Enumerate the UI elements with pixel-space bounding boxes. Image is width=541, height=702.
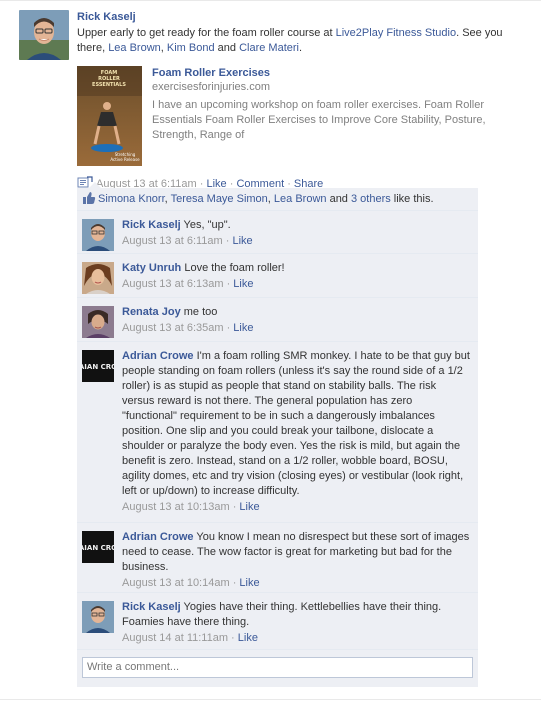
comment-timestamp[interactable]: August 13 at 6:35am xyxy=(122,322,224,334)
comment-like-button[interactable]: Like xyxy=(239,501,259,513)
status-part: and xyxy=(214,42,240,54)
commenter-avatar[interactable] xyxy=(82,601,114,633)
comment-like-button[interactable]: Like xyxy=(238,632,258,644)
commenter-avatar[interactable]: AIAN CRO xyxy=(82,531,114,563)
comment-like-button[interactable]: Like xyxy=(233,278,253,290)
author-avatar[interactable] xyxy=(19,10,69,60)
likes-others-link[interactable]: 3 others xyxy=(351,193,391,205)
comment-text: me too xyxy=(180,306,218,318)
comment-author[interactable]: Adrian Crowe xyxy=(122,350,194,362)
attachment-text: Foam Roller Exercises exercisesforinjuri… xyxy=(152,66,492,143)
likes-sentence: Simona Knorr, Teresa Maye Simon, Lea Bro… xyxy=(77,188,478,211)
separator: · xyxy=(229,501,240,513)
comment-like-button[interactable]: Like xyxy=(239,577,259,589)
bottom-divider xyxy=(0,699,541,700)
comment-timestamp[interactable]: August 13 at 10:14am xyxy=(122,577,230,589)
comment-timestamp[interactable]: August 13 at 10:13am xyxy=(122,501,230,513)
comment-item: Rick Kaselj Yogies have their thing. Ket… xyxy=(77,593,478,650)
comment-item: AIAN CRO Adrian Crowe You know I mean no… xyxy=(77,523,478,593)
comment-text: I'm a foam rolling SMR monkey. I hate to… xyxy=(122,350,470,497)
commenter-avatar[interactable] xyxy=(82,219,114,251)
comment-meta: August 14 at 11:11am · Like xyxy=(122,631,470,646)
story-author-name[interactable]: Rick Kaselj xyxy=(77,10,517,24)
mention-clare-materi[interactable]: Clare Materi xyxy=(239,42,299,54)
svg-text:ESSENTIALS: ESSENTIALS xyxy=(92,82,126,88)
comment-like-button[interactable]: Like xyxy=(233,322,253,334)
commenter-avatar[interactable]: AIAN CRO xyxy=(82,350,114,382)
comment-meta: August 13 at 6:13am · Like xyxy=(122,277,470,292)
svg-text:Active Release: Active Release xyxy=(110,157,140,162)
separator: and xyxy=(326,193,351,205)
comment-author[interactable]: Katy Unruh xyxy=(122,262,181,274)
mention-lea-brown[interactable]: Lea Brown xyxy=(108,42,161,54)
comment-meta: August 13 at 10:13am · Like xyxy=(122,500,470,515)
liker-name[interactable]: Teresa Maye Simon xyxy=(171,193,268,205)
avatar-logo-text: AIAN CRO xyxy=(82,363,114,371)
attachment-source: exercisesforinjuries.com xyxy=(152,81,270,93)
comment-body: Rick Kaselj Yogies have their thing. Ket… xyxy=(122,593,478,652)
avatar-logo-text: AIAN CRO xyxy=(82,544,114,552)
comment-body: Katy Unruh Love the foam roller! August … xyxy=(122,254,478,298)
attachment-thumbnail[interactable]: FOAM ROLLER ESSENTIALS Stretching Active… xyxy=(77,66,142,166)
top-divider xyxy=(0,0,541,1)
mention-kim-bond[interactable]: Kim Bond xyxy=(167,42,215,54)
liker-name[interactable]: Simona Knorr xyxy=(98,193,165,205)
link-attachment: FOAM ROLLER ESSENTIALS Stretching Active… xyxy=(77,66,497,166)
commenter-avatar[interactable] xyxy=(82,306,114,338)
comment-timestamp[interactable]: August 13 at 6:11am xyxy=(122,235,223,247)
thumbs-up-icon xyxy=(82,191,96,205)
mention-live2play[interactable]: Live2Play Fitness Studio xyxy=(336,27,456,39)
status-part: Upper early to get ready for the foam ro… xyxy=(77,27,336,39)
separator: · xyxy=(228,632,238,644)
comment-author[interactable]: Rick Kaselj xyxy=(122,601,181,613)
comment-timestamp[interactable]: August 13 at 6:13am xyxy=(122,278,224,290)
liker-name[interactable]: Lea Brown xyxy=(274,193,327,205)
comment-timestamp[interactable]: August 14 at 11:11am xyxy=(122,632,228,644)
comment-like-button[interactable]: Like xyxy=(232,235,252,247)
story-body: Rick Kaselj Upper early to get ready for… xyxy=(77,10,517,56)
separator: · xyxy=(223,322,234,334)
feedback-panel: Simona Knorr, Teresa Maye Simon, Lea Bro… xyxy=(77,182,478,687)
attachment-description: I have an upcoming workshop on foam roll… xyxy=(152,99,486,141)
comment-item: Katy Unruh Love the foam roller! August … xyxy=(77,254,478,298)
write-comment-input[interactable]: Write a comment... xyxy=(82,657,473,678)
comment-text: Yes, "up". xyxy=(180,219,231,231)
status-text: Upper early to get ready for the foam ro… xyxy=(77,26,517,56)
separator: · xyxy=(229,577,240,589)
comment-body: Adrian Crowe I'm a foam rolling SMR monk… xyxy=(122,342,478,521)
comment-author[interactable]: Adrian Crowe xyxy=(122,531,194,543)
comment-meta: August 13 at 6:35am · Like xyxy=(122,321,470,336)
comment-body: Renata Joy me too August 13 at 6:35am · … xyxy=(122,298,478,342)
likes-suffix: like this. xyxy=(390,193,434,205)
comment-author[interactable]: Renata Joy xyxy=(122,306,181,318)
write-comment-row: Write a comment... xyxy=(77,650,478,687)
comment-text: Love the foam roller! xyxy=(181,262,285,274)
comment-item: Rick Kaselj Yes, "up". August 13 at 6:11… xyxy=(77,211,478,254)
commenter-avatar[interactable] xyxy=(82,262,114,294)
feedback-nub xyxy=(89,182,101,188)
comment-author[interactable]: Rick Kaselj xyxy=(122,219,181,231)
status-part: . xyxy=(298,42,303,54)
comment-body: Adrian Crowe You know I mean no disrespe… xyxy=(122,523,478,597)
comment-meta: August 13 at 10:14am · Like xyxy=(122,576,470,591)
comment-item: AIAN CRO Adrian Crowe I'm a foam rolling… xyxy=(77,342,478,523)
attachment-title[interactable]: Foam Roller Exercises xyxy=(152,66,492,80)
separator: · xyxy=(223,278,234,290)
comment-body: Rick Kaselj Yes, "up". August 13 at 6:11… xyxy=(122,211,478,255)
comment-item: Renata Joy me too August 13 at 6:35am · … xyxy=(77,298,478,342)
comment-meta: August 13 at 6:11am · Like xyxy=(122,234,470,249)
